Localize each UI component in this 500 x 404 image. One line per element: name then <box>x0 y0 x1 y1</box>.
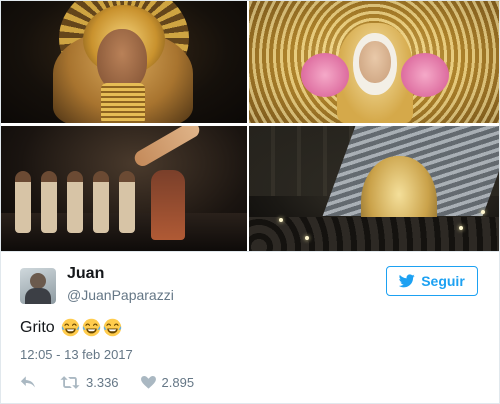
dancer-figure <box>41 171 57 233</box>
media-photo-1[interactable] <box>1 1 247 123</box>
avatar-head <box>30 273 46 289</box>
phone-light <box>279 218 283 222</box>
reply-icon <box>20 376 35 388</box>
necklace-shape <box>101 83 145 123</box>
avatar[interactable] <box>20 268 56 304</box>
reply-button[interactable] <box>20 375 60 389</box>
media-divider <box>1 251 499 252</box>
pink-flowers-right <box>401 53 449 97</box>
face-shape <box>97 29 147 91</box>
lifted-figure <box>131 126 203 169</box>
dancer-figure <box>119 171 135 233</box>
pink-flowers-left <box>301 53 349 97</box>
dancer-figure <box>67 171 83 233</box>
media-photo-2[interactable] <box>249 1 499 123</box>
twitter-bird-icon <box>399 274 415 288</box>
follow-button[interactable]: Seguir <box>386 266 478 296</box>
tweet-actions: 3.336 2.895 <box>20 373 194 391</box>
like-button[interactable]: 2.895 <box>140 374 195 390</box>
avatar-body <box>25 288 51 304</box>
retweet-count: 3.336 <box>86 374 119 390</box>
tweet-card: Juan @JuanPaparazzi Seguir Grito 12:05 -… <box>0 0 500 404</box>
media-photo-4[interactable] <box>249 126 499 251</box>
dancer-figure <box>93 171 109 233</box>
phone-light <box>481 210 485 214</box>
joy-emoji-icon <box>61 318 80 337</box>
retweet-icon <box>60 375 80 389</box>
tweet-text: Grito <box>20 318 122 337</box>
retweet-button[interactable]: 3.336 <box>60 375 119 390</box>
author-name[interactable]: Juan <box>67 265 104 283</box>
joy-emoji-icon <box>82 318 101 337</box>
statue-face <box>359 41 391 83</box>
crowd-silhouettes <box>249 217 499 251</box>
author-handle[interactable]: @JuanPaparazzi <box>67 287 174 303</box>
phone-light <box>459 226 463 230</box>
heart-icon <box>140 375 156 389</box>
lead-dancer <box>151 170 185 240</box>
tweet-text-content: Grito <box>20 318 55 336</box>
phone-light <box>305 236 309 240</box>
media-grid <box>1 1 499 251</box>
media-photo-3[interactable] <box>1 126 247 251</box>
like-count: 2.895 <box>161 374 195 390</box>
tweet-timestamp[interactable]: 12:05 - 13 feb 2017 <box>20 347 133 362</box>
joy-emoji-icon <box>103 318 122 337</box>
dancer-figure <box>15 171 31 233</box>
follow-label: Seguir <box>421 273 465 289</box>
